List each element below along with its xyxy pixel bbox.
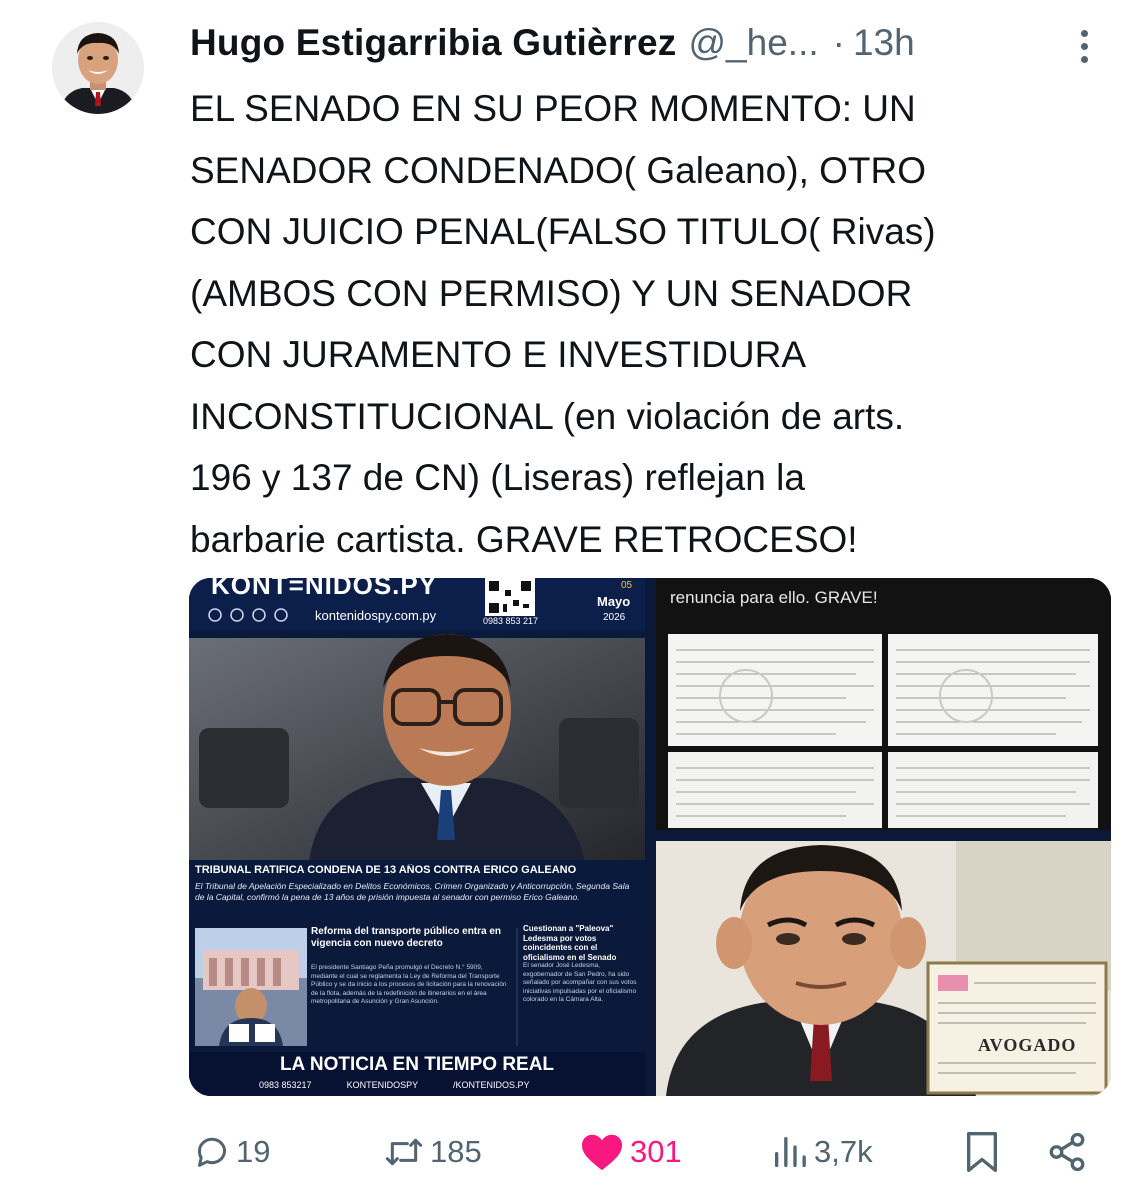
- story3-title: Cuestionan a "Paleova" Ledesma por votos…: [523, 924, 617, 962]
- repost-button[interactable]: 185: [382, 1122, 482, 1182]
- reply-button[interactable]: 19: [192, 1122, 270, 1182]
- media-image-documents[interactable]: renuncia para ello. GRAVE!: [656, 578, 1111, 830]
- news-date-month: Mayo: [597, 594, 631, 609]
- news-date-day: 05: [621, 580, 633, 591]
- repost-count: 185: [430, 1134, 482, 1169]
- heart-icon: [582, 1134, 622, 1171]
- footer-phone: 0983 853217: [259, 1080, 312, 1090]
- share-button[interactable]: [1046, 1122, 1088, 1182]
- news-phone: 0983 853 217: [483, 616, 539, 626]
- tweet-header: Hugo Estigarribia Gutièrrez @_he... · 13…: [190, 18, 1110, 68]
- media-grid: KONT=NIDOS.PY kontenidospy.com.py 0983 8…: [189, 578, 1111, 1096]
- documents-graphic: [656, 578, 1111, 830]
- story2-title: Reforma del transporte público entra en …: [311, 926, 502, 949]
- like-button[interactable]: 301: [580, 1122, 682, 1182]
- tweet-timestamp[interactable]: 13h: [853, 22, 915, 64]
- footer-x: KONTENIDOSPY: [346, 1080, 418, 1090]
- news-brand: KONT=NIDOS.PY: [211, 578, 438, 600]
- footer-contacts: 0983 853217 KONTENIDOSPY /KONTENIDOS.PY: [259, 1080, 639, 1090]
- bookmark-icon: [967, 1131, 997, 1172]
- footer-slogan: LA NOTICIA EN TIEMPO REAL: [279, 1054, 555, 1075]
- news-website: kontenidospy.com.py: [315, 608, 437, 623]
- tweet-text: EL SENADO EN SU PEOR MOMENTO: UN SENADOR…: [190, 88, 936, 560]
- tweet-action-bar: 19 185 301 3,7k: [0, 1122, 1147, 1182]
- reply-count: 19: [236, 1134, 271, 1169]
- news-headline: TRIBUNAL RATIFICA CONDENA DE 13 AÑOS CON…: [195, 864, 577, 876]
- diploma-word: AVOGADO: [978, 1035, 1077, 1055]
- share-icon: [1049, 1132, 1085, 1172]
- bookmark-button[interactable]: [962, 1122, 1002, 1182]
- avatar-photo: [52, 22, 144, 114]
- views-button[interactable]: 3,7k: [770, 1122, 873, 1182]
- story3-body: El senador José Ledesma, exgobernador de…: [523, 962, 637, 1003]
- documents-caption: renuncia para ello. GRAVE!: [670, 588, 878, 607]
- author-avatar[interactable]: [52, 22, 144, 114]
- views-count: 3,7k: [814, 1134, 873, 1169]
- separator-dot: ·: [832, 22, 845, 63]
- author-handle[interactable]: @_he...: [689, 22, 819, 64]
- author-name[interactable]: Hugo Estigarribia Gutièrrez: [190, 22, 677, 64]
- news-date-year: 2026: [603, 612, 626, 623]
- views-bar-chart-icon: [775, 1137, 806, 1167]
- more-options-icon[interactable]: [1072, 30, 1096, 70]
- story2-body: El presidente Santiago Peña promulgó el …: [311, 964, 507, 1005]
- reply-icon: [197, 1137, 226, 1167]
- footer-instagram: /KONTENIDOS.PY: [452, 1080, 530, 1090]
- media-image-news-card[interactable]: KONT=NIDOS.PY kontenidospy.com.py 0983 8…: [189, 578, 645, 1096]
- media-image-caricature[interactable]: AVOGADO: [656, 841, 1111, 1096]
- like-count: 301: [630, 1134, 682, 1169]
- news-lead: El Tribunal de Apelación Especializado e…: [195, 881, 630, 902]
- caricature-graphic: [656, 841, 1111, 1096]
- repost-icon: [385, 1138, 423, 1166]
